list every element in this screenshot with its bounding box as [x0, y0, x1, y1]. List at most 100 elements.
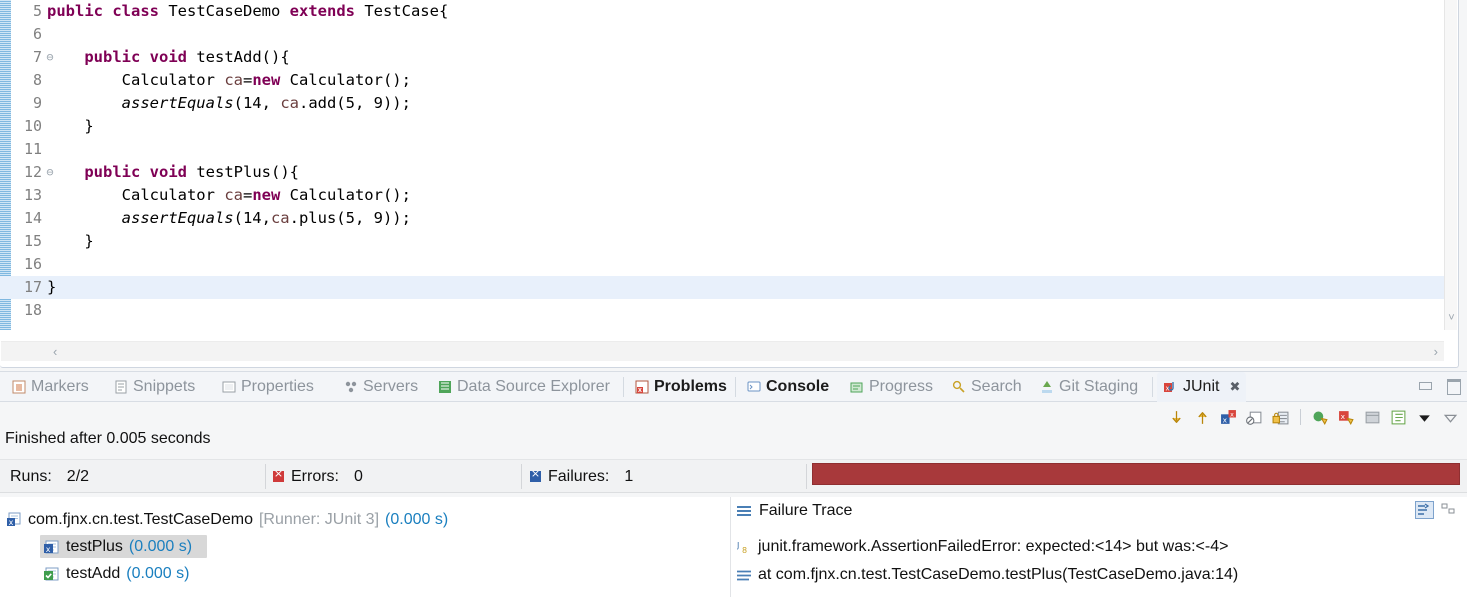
code-token: ca	[270, 209, 290, 227]
code-token: TestCaseDemo	[168, 2, 290, 20]
junit-view-toolbar[interactable]: xxx	[1168, 404, 1459, 430]
scroll-down-icon[interactable]: ˅	[1446, 313, 1457, 324]
line-number: 7	[32, 48, 42, 66]
code-token: ca	[280, 94, 299, 112]
java-editor[interactable]: 5 public class TestCaseDemo extends TestC…	[0, 0, 1459, 368]
scroll-left-icon[interactable]: ‹	[53, 344, 57, 359]
lock-scroll-icon[interactable]	[1272, 409, 1289, 426]
code-line[interactable]: 10 }	[0, 115, 1444, 138]
tree-row-selected[interactable]: x testPlus (0.000 s)	[0, 533, 207, 560]
code-token: =	[242, 186, 253, 204]
test-results-tree[interactable]: ˅xcom.fjnx.cn.test.TestCaseDemo[Runner: …	[0, 497, 730, 597]
scroll-right-icon[interactable]: ›	[1434, 344, 1438, 359]
failure-trace-header: Failure Trace	[737, 497, 852, 525]
code-token: testPlus(){	[196, 163, 299, 181]
code-line[interactable]: 15 }	[0, 230, 1444, 253]
line-number: 13	[23, 186, 42, 204]
maximize-button[interactable]	[1445, 378, 1461, 395]
test-name: testAdd	[66, 564, 121, 582]
code-token: public	[84, 48, 150, 66]
svg-text:x: x	[1230, 410, 1234, 418]
errors-counter: Errors: 0	[273, 460, 363, 493]
tab-search[interactable]: Search	[945, 372, 1028, 402]
counter-divider-3	[806, 464, 807, 489]
previous-failure-icon[interactable]	[1194, 409, 1211, 426]
stop-icon[interactable]	[1246, 409, 1263, 426]
code-text: public class TestCaseDemo extends TestCa…	[47, 0, 448, 23]
code-area[interactable]: 5 public class TestCaseDemo extends TestC…	[0, 0, 1444, 330]
code-token: assertEquals	[121, 94, 234, 112]
tab-separator	[1152, 377, 1153, 397]
code-token: new	[252, 71, 290, 89]
code-line[interactable]: 16	[0, 253, 1444, 276]
tab-servers[interactable]: Servers	[337, 372, 424, 402]
tab-markers[interactable]: Markers	[5, 372, 95, 402]
tab-separator	[735, 377, 736, 397]
dropdown-arrow-icon[interactable]	[1416, 409, 1433, 426]
code-line[interactable]: 8 Calculator ca=new Calculator();	[0, 69, 1444, 92]
view-tab-bar[interactable]: Markers Snippets Properties Servers Data Sou…	[0, 371, 1467, 402]
tab-label: Console	[766, 378, 830, 395]
close-icon[interactable]: ✖	[1229, 379, 1240, 395]
view-window-controls[interactable]	[1417, 378, 1461, 395]
code-line[interactable]: 9 assertEquals(14, ca.add(5, 9));	[0, 92, 1444, 115]
tab-git-staging[interactable]: Git Staging	[1033, 372, 1144, 402]
tab-properties[interactable]: Properties	[215, 372, 320, 402]
failure-trace-panel[interactable]: Failure Trace J 8 junit.framework.Assertio…	[731, 497, 1467, 597]
view-menu-icon[interactable]	[1442, 409, 1459, 426]
tab-label: Properties	[241, 378, 314, 395]
database-icon	[437, 379, 453, 395]
tab-data-source-explorer[interactable]: Data Source Explorer	[431, 372, 616, 402]
code-line[interactable]: 7 ⊖ public void testAdd(){	[0, 46, 1444, 69]
compare-result-button[interactable]	[1440, 501, 1459, 519]
next-failure-icon[interactable]	[1168, 409, 1185, 426]
minimize-button[interactable]	[1417, 378, 1433, 392]
filter-stack-trace-button[interactable]	[1415, 501, 1434, 519]
tab-problems[interactable]: x Problems	[623, 372, 733, 402]
history-icon[interactable]	[1364, 409, 1381, 426]
failure-trace-row[interactable]: J 8 junit.framework.AssertionFailedError: …	[736, 533, 1228, 560]
editor-horizontal-scrollbar[interactable]: ‹ ›	[1, 341, 1444, 361]
code-text: public void testAdd(){	[47, 46, 290, 69]
code-text: assertEquals(14, ca.add(5, 9));	[47, 92, 411, 115]
show-in-editor-icon[interactable]	[1390, 409, 1407, 426]
code-token: extends	[289, 2, 365, 20]
code-token: assertEquals	[121, 209, 234, 227]
editor-vertical-scrollbar[interactable]: ˅	[1444, 0, 1457, 330]
code-token: public	[84, 163, 150, 181]
code-line[interactable]: 13 Calculator ca=new Calculator();	[0, 184, 1444, 207]
code-token: testAdd(){	[196, 48, 290, 66]
failure-trace-row[interactable]: at com.fjnx.cn.test.TestCaseDemo.testPlu…	[737, 561, 1238, 588]
code-line[interactable]: 12 ⊖ public void testPlus(){	[0, 161, 1444, 184]
line-number: 12	[23, 163, 42, 181]
test-duration: (0.000 s)	[128, 537, 193, 555]
rerun-test-icon[interactable]	[1312, 409, 1329, 426]
tab-console[interactable]: Console	[735, 372, 835, 402]
tree-row[interactable]: testAdd (0.000 s)	[0, 560, 189, 587]
show-failures-only-icon[interactable]: xx	[1220, 409, 1237, 426]
code-line[interactable]: 18	[0, 299, 1444, 322]
rerun-failed-icon[interactable]: x	[1338, 409, 1355, 426]
code-line[interactable]: 5 public class TestCaseDemo extends TestC…	[0, 0, 1444, 23]
code-token: Calculator();	[289, 186, 411, 204]
code-text: assertEquals(14,ca.plus(5, 9));	[47, 207, 411, 230]
code-line[interactable]: 6	[0, 23, 1444, 46]
code-token: (14,	[233, 94, 281, 112]
tab-junit[interactable]: x JUnit ✖	[1152, 372, 1247, 402]
code-line[interactable]: 14 assertEquals(14,ca.plus(5, 9));	[0, 207, 1444, 230]
tab-label: Git Staging	[1059, 378, 1139, 395]
properties-icon	[221, 379, 237, 395]
svg-text:8: 8	[742, 546, 747, 555]
failure-trace-buttons[interactable]	[1415, 501, 1459, 519]
tree-row[interactable]: ˅xcom.fjnx.cn.test.TestCaseDemo[Runner: …	[0, 506, 448, 533]
runs-value: 2/2	[66, 467, 90, 485]
tab-snippets[interactable]: Snippets	[107, 372, 201, 402]
code-line[interactable]: 11	[0, 138, 1444, 161]
tab-progress[interactable]: Progress	[843, 372, 939, 402]
code-line[interactable]: 17}	[0, 276, 1444, 299]
code-text: public void testPlus(){	[47, 161, 299, 184]
code-token: }	[47, 117, 94, 135]
